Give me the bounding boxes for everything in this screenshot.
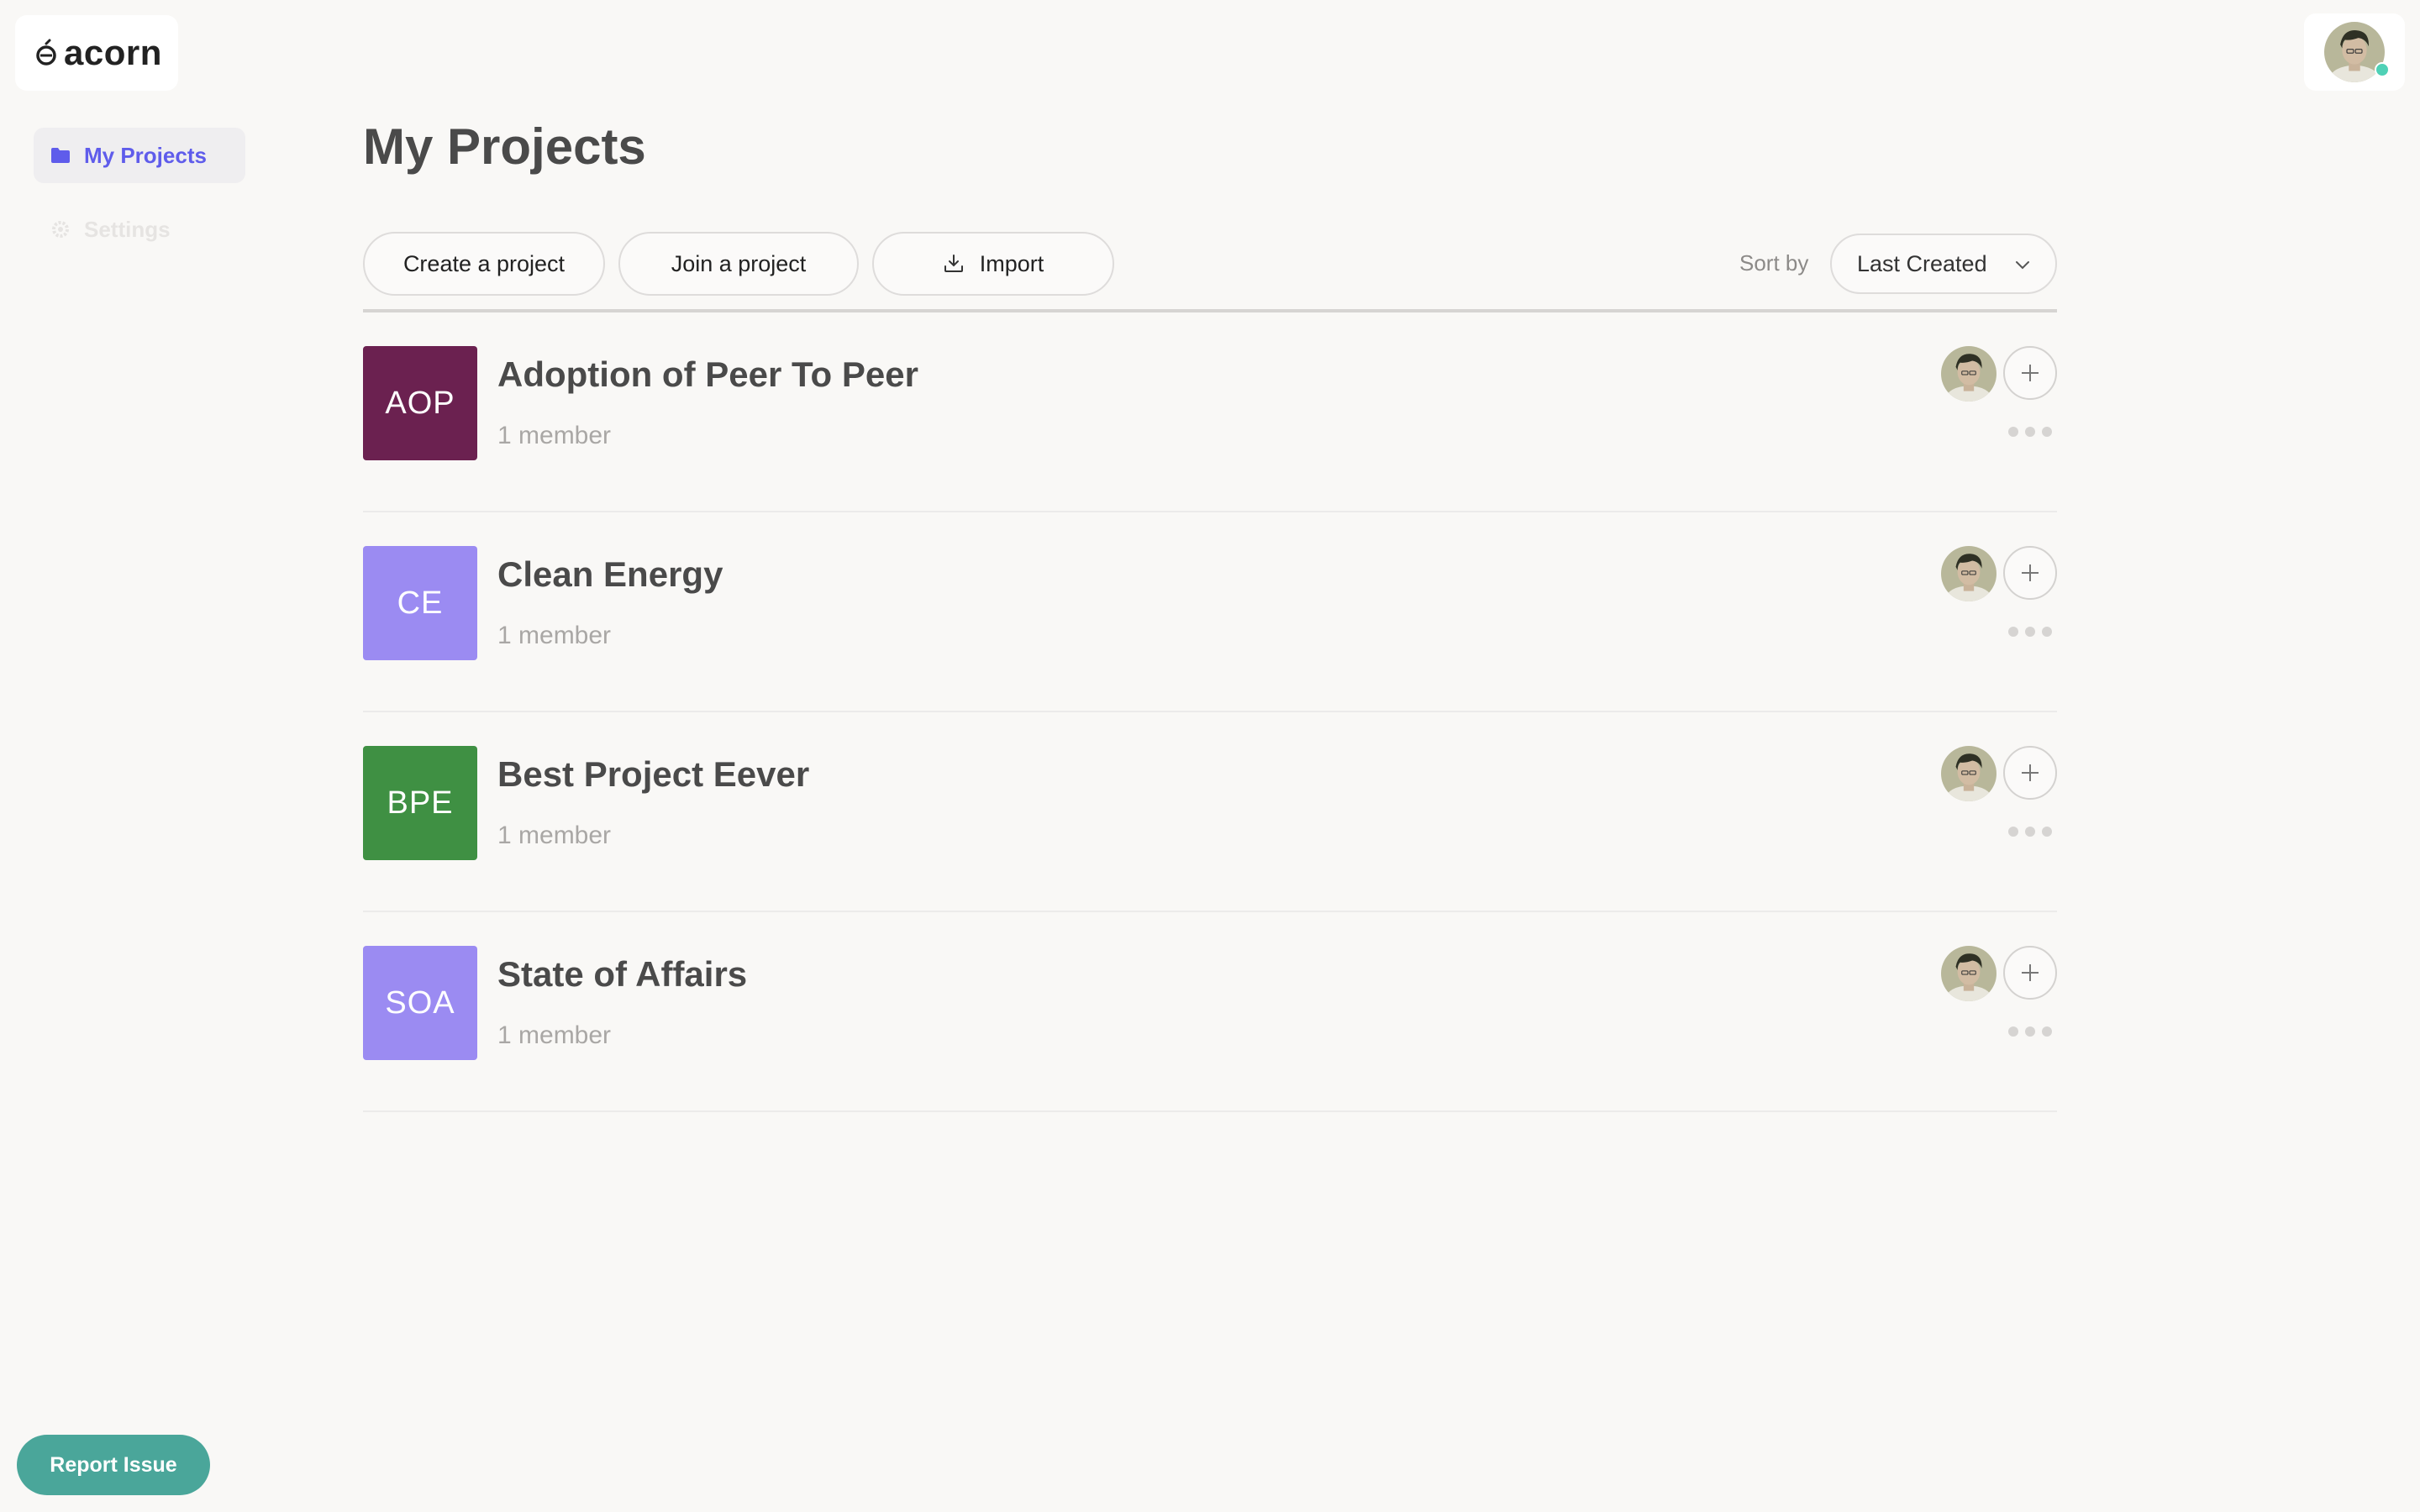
online-status-dot — [2375, 62, 2390, 77]
gear-icon — [50, 218, 72, 240]
import-button[interactable]: Import — [872, 232, 1114, 296]
logo-text: acorn — [64, 33, 162, 72]
sidebar-item-settings[interactable]: Settings — [34, 202, 245, 257]
project-name[interactable]: Best Project Eever — [497, 754, 809, 795]
member-avatar — [1941, 546, 1996, 601]
project-member-count: 1 member — [497, 622, 612, 649]
add-member-button[interactable] — [2003, 346, 2057, 400]
project-tile: SOA — [363, 946, 477, 1060]
plus-icon — [2022, 964, 2039, 981]
avatar — [2324, 22, 2390, 82]
more-options-button[interactable] — [2008, 423, 2052, 440]
member-avatar — [1941, 746, 1996, 801]
sidebar-item-label: My Projects — [84, 142, 207, 168]
project-row[interactable]: CE Clean Energy 1 member — [363, 512, 2057, 712]
sidebar-item-label: Settings — [84, 216, 171, 242]
app-logo[interactable]: acorn — [15, 15, 178, 91]
project-row[interactable]: BPE Best Project Eever 1 member — [363, 712, 2057, 912]
project-tile: BPE — [363, 746, 477, 860]
project-member-count: 1 member — [497, 822, 612, 849]
add-member-button[interactable] — [2003, 946, 2057, 1000]
project-name[interactable]: Clean Energy — [497, 554, 723, 595]
report-issue-button[interactable]: Report Issue — [17, 1435, 210, 1495]
project-tile: AOP — [363, 346, 477, 460]
sidebar-item-my-projects[interactable]: My Projects — [34, 128, 245, 183]
acorn-icon — [36, 39, 56, 66]
plus-icon — [2022, 764, 2039, 781]
project-name[interactable]: Adoption of Peer To Peer — [497, 354, 918, 395]
sort-label: Sort by — [1739, 250, 1809, 276]
sort-dropdown[interactable]: Last Created — [1830, 234, 2057, 294]
plus-icon — [2022, 564, 2039, 581]
page-title: My Projects — [363, 118, 646, 175]
project-member-count: 1 member — [497, 1021, 612, 1049]
add-member-button[interactable] — [2003, 546, 2057, 600]
plus-icon — [2022, 365, 2039, 381]
create-project-button[interactable]: Create a project — [363, 232, 605, 296]
join-project-button[interactable]: Join a project — [618, 232, 859, 296]
download-icon — [943, 253, 965, 275]
project-row[interactable]: AOP Adoption of Peer To Peer 1 member — [363, 312, 2057, 512]
more-options-button[interactable] — [2008, 823, 2052, 840]
member-avatar — [1941, 346, 1996, 402]
project-name[interactable]: State of Affairs — [497, 954, 747, 995]
project-member-count: 1 member — [497, 422, 612, 449]
folder-icon — [50, 144, 72, 166]
chevron-down-icon — [2016, 261, 2029, 270]
member-avatar — [1941, 946, 1996, 1001]
project-tile: CE — [363, 546, 477, 660]
user-avatar-button[interactable] — [2304, 13, 2405, 91]
add-member-button[interactable] — [2003, 746, 2057, 800]
more-options-button[interactable] — [2008, 1023, 2052, 1040]
import-label: Import — [979, 250, 1044, 276]
project-row[interactable]: SOA State of Affairs 1 member — [363, 912, 2057, 1112]
more-options-button[interactable] — [2008, 623, 2052, 640]
sort-value: Last Created — [1857, 250, 1987, 276]
